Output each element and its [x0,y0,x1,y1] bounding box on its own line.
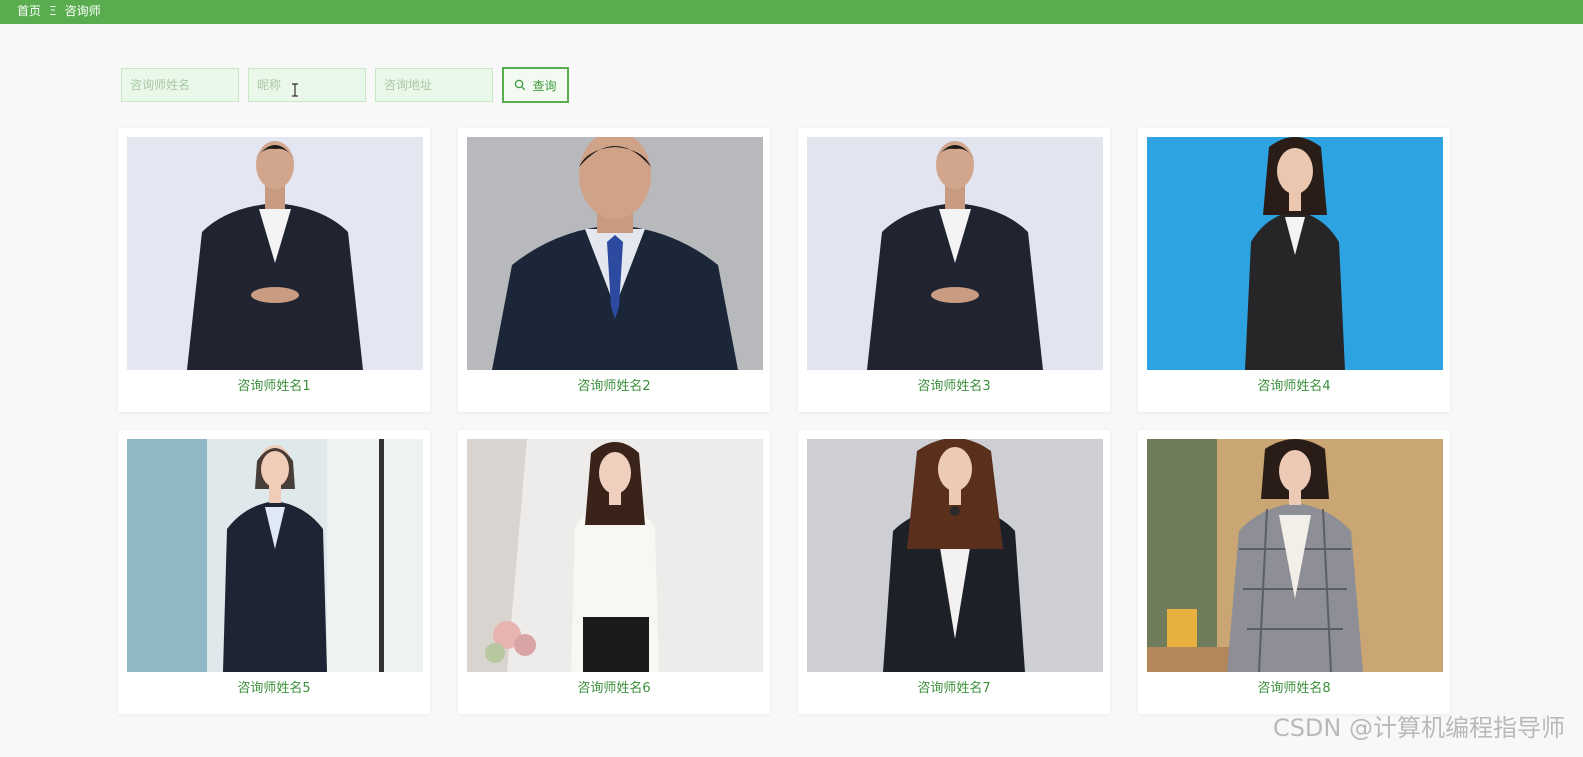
consultant-name[interactable]: 咨询师姓名1 [118,375,430,394]
consultant-photo[interactable] [467,137,763,370]
consultant-card[interactable]: 咨询师姓名5 [118,430,430,714]
consultant-card[interactable]: 咨询师姓名1 [118,128,430,412]
search-bar: 查询 [121,67,569,103]
nickname-input[interactable] [248,68,366,102]
breadcrumb-current: 咨询师 [64,4,101,18]
breadcrumb: 首页 Ξ 咨询师 [17,3,101,19]
consultant-name[interactable]: 咨询师姓名7 [798,677,1110,696]
top-bar: 首页 Ξ 咨询师 [0,0,1583,24]
consultant-card[interactable]: 咨询师姓名8 [1138,430,1450,714]
consultant-photo[interactable] [807,137,1103,370]
consultant-name[interactable]: 咨询师姓名2 [458,375,770,394]
breadcrumb-separator-icon: Ξ [49,4,57,18]
search-button[interactable]: 查询 [502,67,569,103]
consultant-card[interactable]: 咨询师姓名3 [798,128,1110,412]
consultant-photo[interactable] [807,439,1103,672]
consultant-name[interactable]: 咨询师姓名5 [118,677,430,696]
search-button-label: 查询 [532,78,557,93]
text-cursor-icon [292,83,298,97]
consultant-photo[interactable] [127,439,423,672]
watermark: CSDN @计算机编程指导师 [1272,714,1565,742]
consultant-name[interactable]: 咨询师姓名4 [1138,375,1450,394]
consultant-photo[interactable] [467,439,763,672]
consultant-photo[interactable] [1147,137,1443,370]
consultant-name[interactable]: 咨询师姓名8 [1138,677,1450,696]
address-input[interactable] [375,68,493,102]
consultant-name[interactable]: 咨询师姓名3 [798,375,1110,394]
consultant-name[interactable]: 咨询师姓名6 [458,677,770,696]
consultant-name-input[interactable] [121,68,239,102]
consultant-card[interactable]: 咨询师姓名2 [458,128,770,412]
consultant-photo[interactable] [1147,439,1443,672]
consultant-card[interactable]: 咨询师姓名7 [798,430,1110,714]
consultant-photo[interactable] [127,137,423,370]
consultant-card[interactable]: 咨询师姓名6 [458,430,770,714]
search-icon [515,79,526,91]
consultant-card[interactable]: 咨询师姓名4 [1138,128,1450,412]
breadcrumb-home[interactable]: 首页 [17,3,41,19]
